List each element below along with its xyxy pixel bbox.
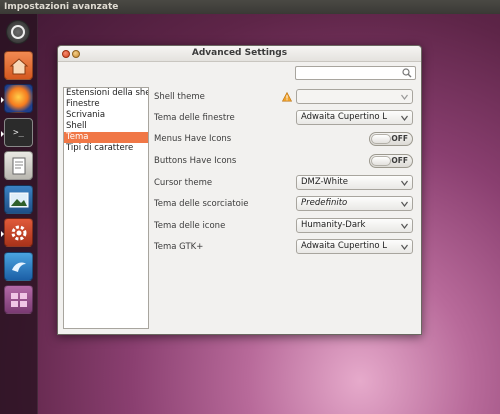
switch-knob (371, 156, 391, 166)
top-panel: Impostazioni avanzate (0, 0, 500, 14)
gtk-theme-value: Adwaita Cupertino L (301, 241, 387, 251)
window-theme-label: Tema delle finestre (154, 113, 235, 123)
warning-icon (282, 92, 292, 102)
chevron-down-icon (401, 94, 408, 100)
keybinding-theme-row: Tema delle scorciatoie Predefinito (154, 196, 418, 212)
firefox-icon[interactable] (1, 84, 33, 113)
settings-panel: Shell theme Tema delle finestre Adwaita … (154, 87, 418, 327)
menus-have-icons-state: OFF (391, 134, 408, 143)
window-theme-value: Adwaita Cupertino L (301, 112, 387, 122)
sidebar-item-finestre[interactable]: Finestre (64, 99, 148, 110)
cursor-theme-value: DMZ-White (301, 177, 348, 187)
image-viewer-icon[interactable] (4, 185, 33, 214)
switch-knob (371, 134, 391, 144)
advanced-settings-window: Advanced Settings Estensioni della shell… (57, 45, 422, 335)
chevron-down-icon (401, 201, 408, 207)
window-title: Advanced Settings (191, 48, 288, 58)
sidebar-item-scrivania[interactable]: Scrivania (64, 110, 148, 121)
buttons-have-icons-label: Buttons Have Icons (154, 156, 237, 166)
menus-have-icons-row: Menus Have Icons OFF (154, 131, 418, 147)
keybinding-theme-combo[interactable]: Predefinito (296, 196, 413, 211)
chevron-down-icon (401, 244, 408, 250)
gtk-theme-row: Tema GTK+ Adwaita Cupertino L (154, 239, 418, 255)
text-editor-icon[interactable] (4, 151, 33, 180)
search-input[interactable] (295, 66, 416, 80)
category-sidebar: Estensioni della shell Finestre Scrivani… (63, 87, 149, 329)
cursor-theme-label: Cursor theme (154, 178, 213, 188)
buttons-have-icons-state: OFF (391, 156, 408, 165)
window-titlebar[interactable]: Advanced Settings (58, 46, 421, 62)
dash-home-icon[interactable] (6, 20, 30, 44)
chevron-down-icon (401, 115, 408, 121)
active-window-title: Impostazioni avanzate (4, 2, 119, 12)
icon-theme-value: Humanity-Dark (301, 220, 366, 230)
launcher: >_ (0, 14, 38, 414)
workspace-switcher-icon[interactable] (4, 285, 33, 314)
chevron-down-icon (401, 180, 408, 186)
sidebar-item-tipi-di-carattere[interactable]: Tipi di carattere (64, 143, 148, 154)
shell-theme-label: Shell theme (154, 92, 205, 102)
thunderbird-icon[interactable] (4, 252, 33, 281)
gtk-theme-combo[interactable]: Adwaita Cupertino L (296, 239, 413, 254)
chevron-down-icon (401, 223, 408, 229)
gtk-theme-label: Tema GTK+ (154, 242, 204, 252)
shell-theme-row: Shell theme (154, 89, 418, 105)
menus-have-icons-switch[interactable]: OFF (369, 132, 413, 146)
search-row (58, 63, 421, 83)
keybinding-theme-label: Tema delle scorciatoie (154, 199, 249, 209)
keybinding-theme-value: Predefinito (301, 198, 348, 208)
search-icon[interactable] (402, 68, 412, 78)
window-theme-row: Tema delle finestre Adwaita Cupertino L (154, 110, 418, 126)
menus-have-icons-label: Menus Have Icons (154, 134, 232, 144)
icon-theme-label: Tema delle icone (154, 221, 226, 231)
window-theme-combo[interactable]: Adwaita Cupertino L (296, 110, 413, 125)
system-settings-icon[interactable] (1, 218, 33, 247)
cursor-theme-row: Cursor theme DMZ-White (154, 175, 418, 191)
buttons-have-icons-row: Buttons Have Icons OFF (154, 153, 418, 169)
icon-theme-combo[interactable]: Humanity-Dark (296, 218, 413, 233)
home-folder-icon[interactable] (4, 51, 33, 80)
terminal-icon[interactable]: >_ (1, 118, 33, 147)
cursor-theme-combo[interactable]: DMZ-White (296, 175, 413, 190)
sidebar-item-shell[interactable]: Shell (64, 121, 148, 132)
shell-theme-combo[interactable] (296, 89, 413, 104)
buttons-have-icons-switch[interactable]: OFF (369, 154, 413, 168)
sidebar-item-estensioni-della-shell[interactable]: Estensioni della shell (64, 88, 148, 99)
icon-theme-row: Tema delle icone Humanity-Dark (154, 218, 418, 234)
sidebar-item-tema[interactable]: Tema (64, 132, 148, 143)
